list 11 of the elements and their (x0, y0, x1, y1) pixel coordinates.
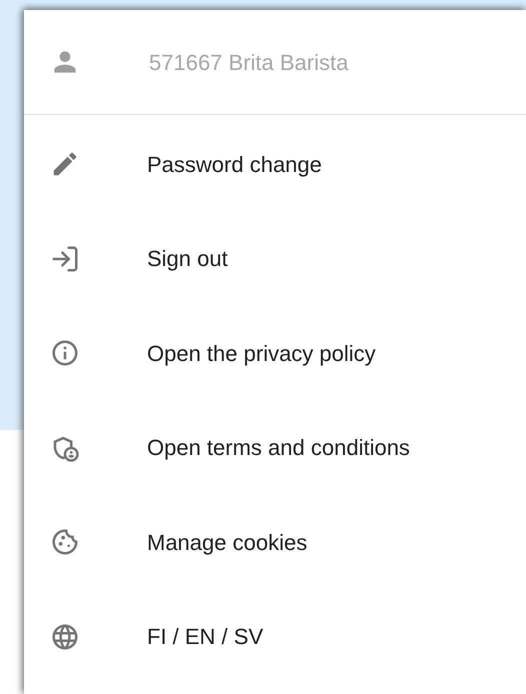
info-icon (50, 338, 80, 368)
menu-item[interactable]: Password change (24, 117, 526, 212)
menu-item[interactable]: Open terms and conditions (24, 400, 526, 495)
globe-icon (50, 622, 80, 652)
menu-item[interactable]: Sign out (24, 212, 526, 306)
sign-out-icon (50, 244, 80, 274)
menu-item[interactable]: Open the privacy policy (24, 306, 526, 400)
menu-item[interactable]: FI / EN / SV (24, 590, 526, 684)
menu-item[interactable]: Manage cookies (24, 495, 526, 590)
user-name: 571667 Brita Barista (149, 48, 348, 76)
cookie-icon (50, 527, 80, 558)
